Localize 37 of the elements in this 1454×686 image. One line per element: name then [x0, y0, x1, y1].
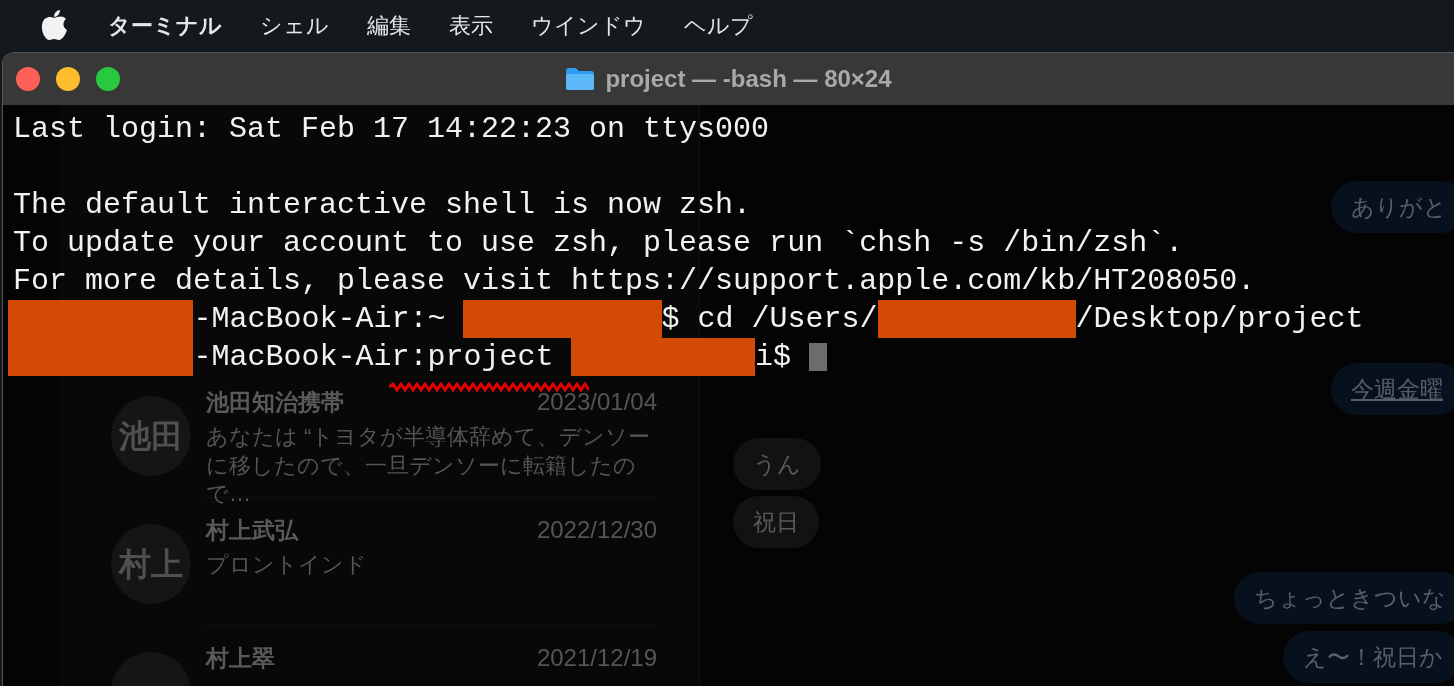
menu-item[interactable]: 表示	[430, 8, 512, 42]
zoom-button[interactable]	[96, 67, 120, 91]
terminal-line: To update your account to use zsh, please run `chsh -s /bin/zsh`.	[13, 225, 1184, 262]
terminal-line: For more details, please visit https://support.apple.com/kb/HT208050.	[13, 263, 1256, 300]
folder-icon	[565, 67, 596, 91]
terminal-text: -MacBook-Air:~	[193, 301, 447, 338]
message-bubble: 祝日	[733, 496, 819, 548]
message-bubble: ちょっときついな	[1234, 572, 1454, 624]
terminal-text: /Desktop/project	[1075, 301, 1364, 338]
terminal-text: -MacBook-Air:project	[193, 339, 555, 376]
menu-item[interactable]: ウインドウ	[512, 8, 665, 42]
terminal-line: Last login: Sat Feb 17 14:22:23 on ttys000	[13, 111, 770, 148]
message-bubble: え〜！祝日か	[1283, 631, 1454, 683]
avatar: 池田	[111, 396, 191, 476]
app-menu[interactable]: ターミナル	[89, 8, 241, 42]
chat-date: 2022/12/30	[536, 515, 657, 545]
window-title: project — -bash — 80×24	[605, 64, 892, 94]
message-preview: プロントインド	[206, 551, 368, 579]
contact-name: 村上翠	[206, 643, 275, 673]
menu-item[interactable]: ヘルプ	[665, 8, 772, 42]
terminal-text: i$	[755, 339, 793, 376]
minimize-button[interactable]	[56, 67, 80, 91]
menu-item[interactable]: シェル	[241, 8, 348, 42]
apple-logo-icon[interactable]	[40, 9, 68, 41]
terminal-text: $ cd /Users/	[661, 301, 878, 338]
terminal-line: The default interactive shell is now zsh.	[13, 187, 752, 224]
message-bubble: うん	[733, 438, 821, 490]
chat-date: 2021/12/19	[536, 643, 657, 673]
contact-name: 池田知治携帯	[206, 387, 344, 417]
message-bubble: ありがと	[1331, 181, 1454, 233]
message-preview: あなたは “トヨタが半導体辞めて、デンソーに移したので、一旦デンソーに転籍したので…	[206, 423, 652, 509]
menu-item[interactable]: 編集	[348, 8, 430, 42]
chat-date: 2023/01/04	[536, 387, 657, 417]
close-button[interactable]	[16, 67, 40, 91]
avatar: 村上	[111, 524, 191, 604]
contact-name: 村上武弘	[206, 515, 298, 545]
message-bubble: 今週金曜	[1331, 363, 1454, 415]
